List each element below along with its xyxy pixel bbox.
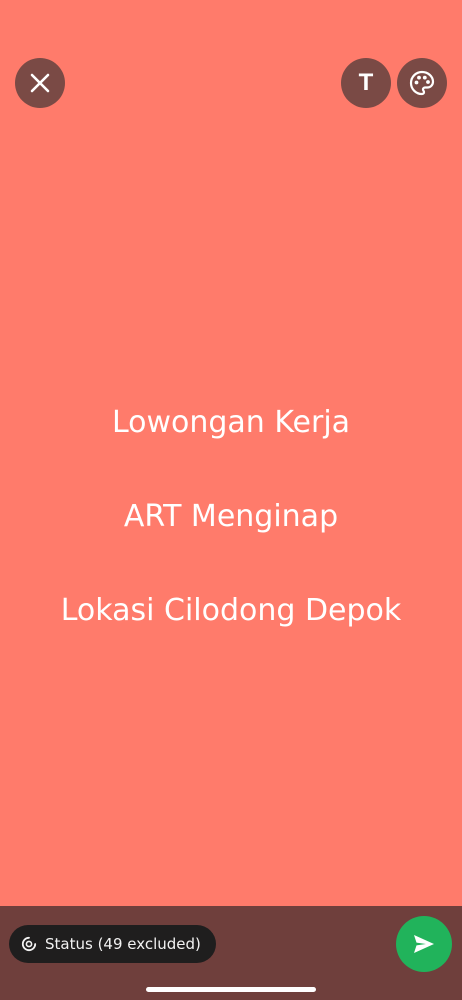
status-line: Lowongan Kerja	[111, 405, 351, 440]
text-icon: T	[358, 69, 374, 96]
palette-icon	[409, 70, 435, 96]
send-icon	[414, 935, 434, 953]
close-button[interactable]	[15, 58, 65, 108]
color-palette-button[interactable]	[397, 58, 447, 108]
text-style-button[interactable]: T	[341, 58, 391, 108]
status-audience-chip[interactable]: Status (49 excluded)	[9, 925, 216, 963]
status-line: Lokasi Cilodong Depok	[60, 593, 402, 628]
audience-label: Status (49 excluded)	[45, 935, 201, 953]
status-text-content[interactable]: Lowongan Kerja ART Menginap Lokasi Cilod…	[0, 400, 462, 682]
close-icon	[30, 73, 50, 93]
status-canvas[interactable]: T Lowongan Kerja ART Menginap Lokasi Cil…	[0, 0, 462, 906]
status-ring-icon	[21, 936, 37, 952]
home-indicator[interactable]	[146, 987, 316, 992]
send-button[interactable]	[396, 916, 452, 972]
status-line: ART Menginap	[123, 499, 339, 534]
